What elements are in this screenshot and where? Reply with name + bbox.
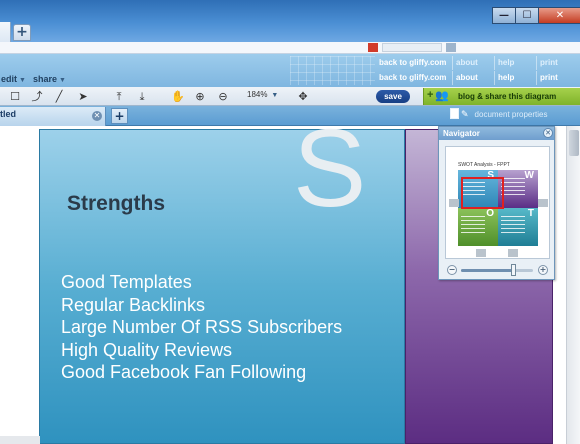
chevron-down-icon: ▼	[269, 92, 279, 99]
mini-letter-w: W	[524, 170, 534, 181]
mini-letter-o: O	[486, 208, 494, 219]
drawing-toolbar: ☐ ⤴ ╱ ➤ ⤒ ⤓ ✋ ⊕ ⊖ 184% ▼ ✥ save + 👥 blog…	[0, 87, 580, 106]
link-print[interactable]: print	[536, 71, 580, 85]
search-box[interactable]	[382, 43, 442, 52]
mini-quadrant-t: T	[498, 208, 538, 246]
mini-arrow-right	[538, 199, 548, 207]
zoom-in-icon[interactable]: +	[538, 265, 548, 275]
close-tab-icon[interactable]: ✕	[92, 111, 102, 121]
browser-titlebar: + — ☐ ✕	[0, 0, 580, 42]
link-print-faded[interactable]: print	[536, 56, 580, 70]
header-links: back to gliffy.com about help print back…	[376, 56, 580, 86]
list-item: High Quality Reviews	[61, 339, 233, 360]
mini-text-lines	[501, 178, 525, 196]
add-people-icon: 👥	[435, 90, 449, 102]
close-navigator-icon[interactable]: ✕	[543, 128, 553, 138]
fit-icon[interactable]: ✥	[296, 89, 310, 104]
navigator-panel: Navigator ✕ SWOT Analysis - FPPT S W O T…	[438, 126, 555, 280]
strengths-list: Good Templates Regular Backlinks Large N…	[61, 271, 342, 384]
tab-label: tled	[0, 109, 17, 119]
list-item: Good Facebook Fan Following	[61, 362, 307, 382]
navigator-title[interactable]: Navigator	[439, 127, 554, 140]
blog-share-button[interactable]: + 👥 blog & share this diagram	[423, 88, 580, 105]
link-about[interactable]: about	[452, 71, 494, 85]
minimize-button[interactable]: —	[492, 7, 516, 24]
scrollbar-thumb[interactable]	[569, 130, 579, 156]
mini-diagram-title: SWOT Analysis - FPPT	[458, 162, 510, 168]
mini-text-lines	[501, 216, 525, 234]
tab-untitled[interactable]: tled ✕	[0, 107, 106, 126]
document-properties-button[interactable]: ✎ document properties	[450, 108, 547, 124]
document-icon	[450, 108, 459, 119]
chevron-down-icon: ▼	[59, 77, 66, 84]
canvas-edge	[0, 436, 40, 444]
zoom-slider-fill	[461, 269, 513, 272]
list-item: Large Number Of RSS Subscribers	[61, 317, 343, 337]
zoom-level-value: 184%	[247, 90, 268, 99]
maximize-button[interactable]: ☐	[515, 7, 539, 24]
plus-icon: +	[427, 89, 434, 101]
chevron-down-icon: ▼	[19, 77, 26, 84]
list-item: Regular Backlinks	[61, 294, 206, 315]
mini-text-lines	[461, 216, 485, 234]
link-back-to-gliffy[interactable]: back to gliffy.com	[376, 71, 452, 85]
list-item: Good Templates	[61, 272, 192, 292]
document-properties-label: document properties	[474, 110, 548, 119]
zoom-level-select[interactable]: 184% ▼	[247, 90, 278, 99]
window-controls: — ☐ ✕	[492, 7, 580, 25]
link-about-faded[interactable]: about	[452, 56, 494, 70]
mini-arrow-bottom-right	[508, 249, 518, 257]
zoom-out-icon[interactable]: ⊖	[216, 89, 230, 104]
hand-icon[interactable]: ✋	[171, 89, 185, 104]
save-button[interactable]: save	[376, 90, 410, 103]
strengths-quadrant[interactable]: S Strengths Good Templates Regular Backl…	[39, 107, 405, 444]
pencil-icon: ✎	[461, 109, 469, 119]
close-window-button[interactable]: ✕	[538, 7, 580, 24]
address-bar-icons	[368, 43, 578, 53]
navigator-viewport[interactable]	[461, 177, 504, 209]
bookmark-icon[interactable]	[368, 43, 378, 52]
zoom-out-icon[interactable]: −	[447, 265, 457, 275]
mini-quadrant-w: W	[498, 170, 538, 208]
browser-tab-stub[interactable]	[0, 22, 11, 42]
menu-edit[interactable]: edit ▼	[1, 74, 26, 84]
menu-share[interactable]: share ▼	[33, 74, 66, 84]
new-tab-button[interactable]: +	[13, 24, 31, 41]
zoom-slider-handle[interactable]	[511, 264, 516, 276]
search-icon[interactable]	[446, 43, 456, 52]
blog-share-label: blog & share this diagram	[458, 92, 557, 101]
mini-arrow-left	[449, 199, 459, 207]
mini-arrow-bottom-left	[476, 249, 486, 257]
header-links-bottom: back to gliffy.com about help print	[376, 71, 580, 85]
pointer-icon[interactable]: ➤	[76, 89, 90, 104]
zoom-in-icon[interactable]: ⊕	[193, 89, 207, 104]
send-back-icon[interactable]: ⤓	[135, 89, 149, 104]
line-icon[interactable]: ╱	[52, 89, 66, 104]
link-help-faded[interactable]: help	[494, 56, 536, 70]
strengths-heading: Strengths	[67, 192, 166, 215]
strengths-letter: S	[293, 107, 367, 230]
menu-bar: edit ▼ share ▼	[0, 57, 300, 85]
header-pattern	[290, 56, 375, 85]
connector-icon[interactable]: ⤴	[30, 89, 44, 104]
select-icon[interactable]: ☐	[8, 89, 22, 104]
navigator-zoom: − +	[445, 263, 550, 277]
link-help[interactable]: help	[494, 71, 536, 85]
document-tabs: tled ✕ + ✎ document properties	[0, 106, 580, 126]
menu-share-label: share	[33, 74, 58, 84]
navigator-preview[interactable]: SWOT Analysis - FPPT S W O T	[445, 146, 550, 259]
bring-front-icon[interactable]: ⤒	[112, 89, 126, 104]
vertical-scrollbar[interactable]	[566, 126, 580, 444]
mini-letter-t: T	[527, 208, 534, 219]
address-bar[interactable]	[0, 42, 580, 54]
link-back-to-gliffy-faded[interactable]: back to gliffy.com	[376, 56, 452, 70]
menu-edit-label: edit	[1, 74, 18, 84]
header-links-top: back to gliffy.com about help print	[376, 56, 580, 70]
add-tab-button[interactable]: +	[111, 108, 128, 124]
zoom-slider[interactable]	[461, 264, 533, 276]
app-header: edit ▼ share ▼ back to gliffy.com about he…	[0, 54, 580, 87]
mini-quadrant-o: O	[458, 208, 498, 246]
